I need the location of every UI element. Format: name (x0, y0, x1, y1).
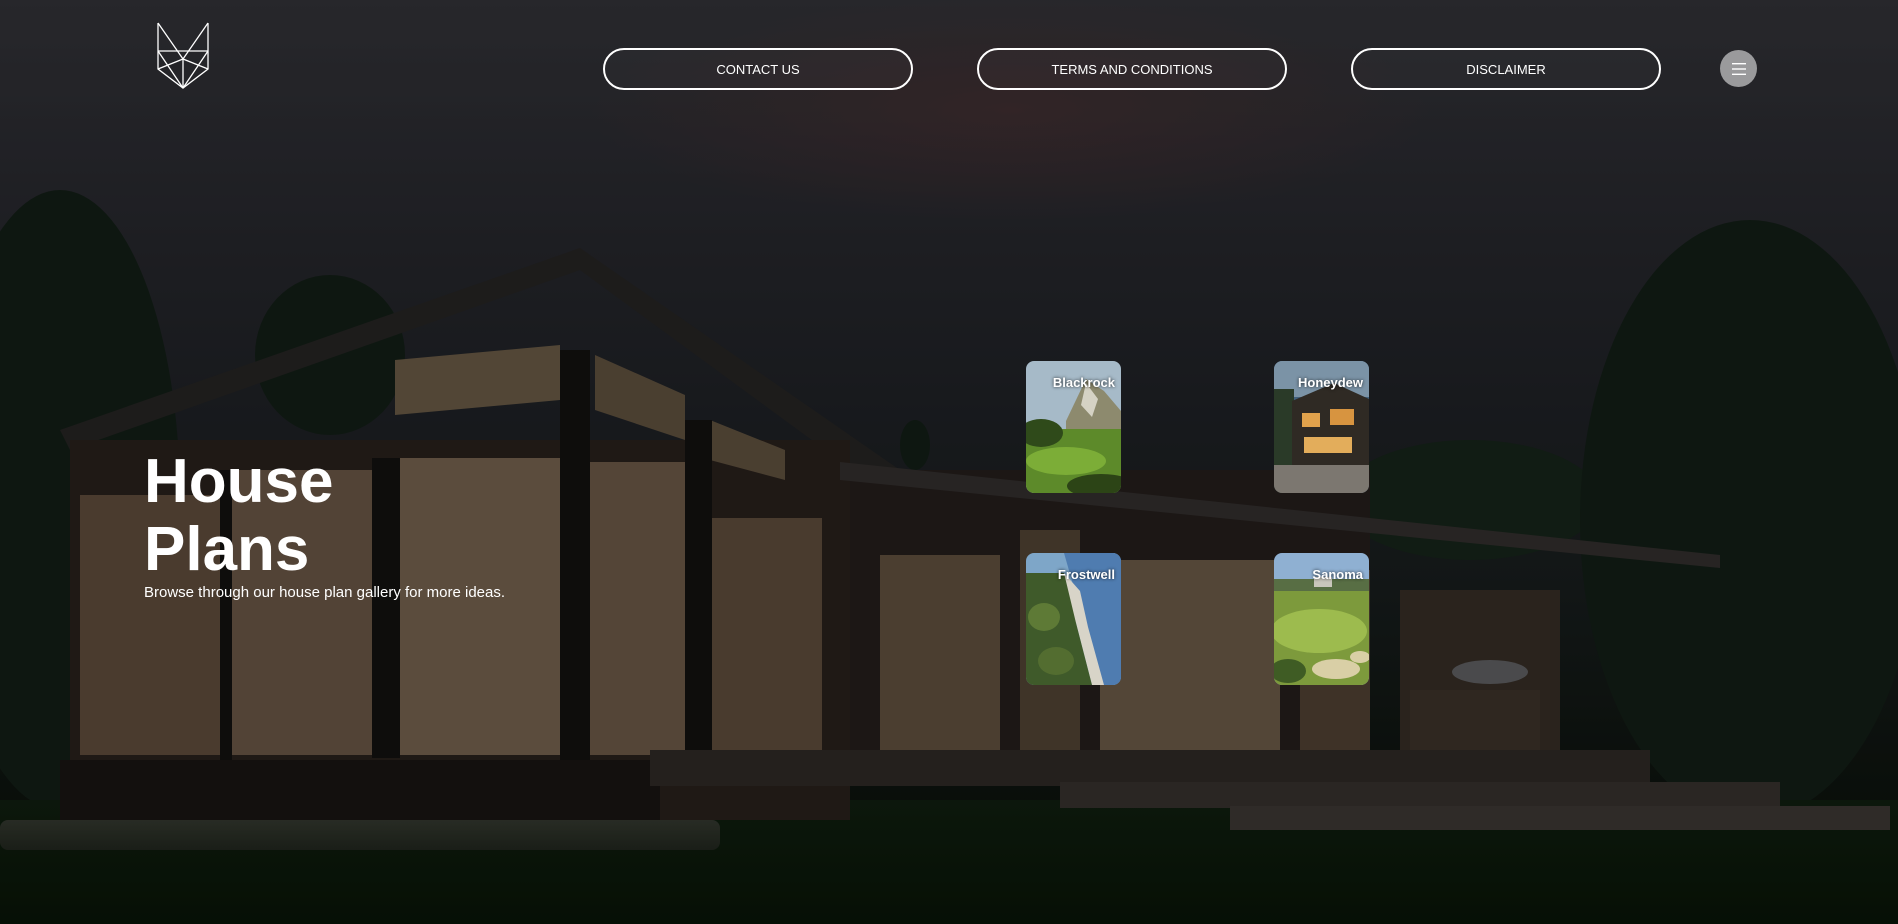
gallery-card-blackrock[interactable]: Blackrock (1026, 361, 1121, 493)
gallery-card-frostwell[interactable]: Frostwell (1026, 553, 1121, 685)
gallery-card-honeydew[interactable]: Honeydew (1274, 361, 1369, 493)
contact-us-label: CONTACT US (716, 61, 800, 77)
disclaimer-label: DISCLAIMER (1466, 61, 1546, 77)
page-title-line-1: House (144, 447, 334, 516)
gallery-card-sanoma[interactable]: Sanoma (1274, 553, 1369, 685)
page-subtitle: Browse through our house plan gallery fo… (144, 584, 506, 601)
gallery-card-label: Frostwell (1057, 567, 1115, 582)
fox-logo[interactable] (155, 21, 211, 89)
fox-icon (157, 22, 209, 89)
gallery-card-label: Honeydew (1297, 375, 1363, 390)
page: CONTACT US TERMS AND CONDITIONS DISCLAIM… (0, 0, 1898, 924)
page-title: House Plans (144, 448, 464, 584)
terms-and-conditions-label: TERMS AND CONDITIONS (1051, 61, 1213, 77)
terms-and-conditions-button[interactable]: TERMS AND CONDITIONS (977, 48, 1287, 90)
hamburger-icon (1731, 62, 1746, 75)
gallery-card-label: Sanoma (1312, 567, 1363, 582)
disclaimer-button[interactable]: DISCLAIMER (1351, 48, 1661, 90)
gallery-card-label: Blackrock (1052, 375, 1115, 390)
page-title-line-2: Plans (144, 515, 310, 584)
contact-us-button[interactable]: CONTACT US (603, 48, 913, 90)
menu-button[interactable] (1720, 50, 1757, 87)
